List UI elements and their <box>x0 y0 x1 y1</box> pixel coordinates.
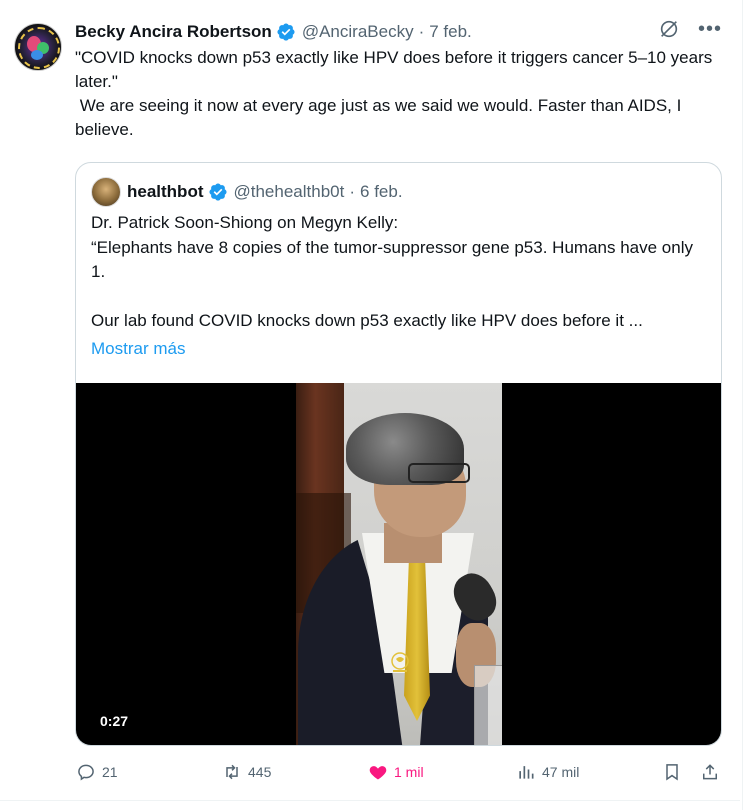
bookmark-button[interactable] <box>662 762 682 782</box>
reply-button[interactable]: 21 <box>76 762 118 782</box>
view-count: 47 mil <box>542 764 580 780</box>
quoted-author-name[interactable]: healthbot <box>127 182 204 202</box>
tweet-top-actions: ••• <box>658 18 722 40</box>
reply-count: 21 <box>102 764 118 780</box>
author-handle[interactable]: @AnciraBecky <box>302 22 414 42</box>
quoted-tweet-header: healthbot @thehealthb0t · 6 feb. <box>91 177 403 207</box>
quoted-tweet-date[interactable]: 6 feb. <box>360 182 403 202</box>
author-name[interactable]: Becky Ancira Robertson <box>75 22 272 42</box>
quoted-tweet-text: Dr. Patrick Soon-Shiong on Megyn Kelly: … <box>91 213 693 330</box>
views-icon <box>519 766 534 779</box>
divider <box>0 800 740 801</box>
heart-icon <box>369 766 387 780</box>
separator-dot: · <box>418 22 425 41</box>
grok-icon[interactable] <box>658 18 680 40</box>
video-duration: 0:27 <box>100 713 129 729</box>
author-avatar[interactable] <box>14 23 62 71</box>
scrollbar-edge <box>742 0 748 810</box>
repost-icon <box>226 764 238 780</box>
tweet-date[interactable]: 7 feb. <box>429 22 472 42</box>
repost-count: 445 <box>248 764 272 780</box>
tweet-actions: 21 445 1 mil 47 mil <box>76 762 726 788</box>
like-count: 1 mil <box>394 764 424 780</box>
views-button[interactable]: 47 mil <box>516 762 579 782</box>
quoted-author-handle[interactable]: @thehealthb0t <box>234 182 345 202</box>
tweet-text: "COVID knocks down p53 exactly like HPV … <box>75 48 713 139</box>
show-more-link[interactable]: Mostrar más <box>91 339 185 359</box>
video-scene <box>408 463 470 483</box>
bookmark-icon <box>666 764 678 781</box>
like-button[interactable]: 1 mil <box>368 762 424 782</box>
quoted-author-avatar[interactable] <box>91 177 121 207</box>
share-icon <box>703 764 717 780</box>
verified-badge-icon <box>277 23 295 41</box>
tweet[interactable]: Becky Ancira Robertson @AnciraBecky · 7 … <box>0 0 740 810</box>
avatar-graphic <box>31 50 43 60</box>
video-player[interactable]: 0:27 <box>76 383 721 745</box>
video-scene <box>474 665 502 745</box>
tweet-header: Becky Ancira Robertson @AnciraBecky · 7 … <box>75 20 472 44</box>
share-button[interactable] <box>700 762 720 782</box>
more-icon[interactable]: ••• <box>698 19 722 39</box>
watermark-logo-icon <box>391 652 409 672</box>
quoted-tweet[interactable]: healthbot @thehealthb0t · 6 feb. Dr. Pat… <box>75 162 722 746</box>
repost-button[interactable]: 445 <box>222 762 271 782</box>
reply-icon <box>78 764 94 781</box>
separator-dot: · <box>349 182 356 201</box>
video-frame <box>296 383 502 745</box>
verified-badge-icon <box>208 183 227 201</box>
